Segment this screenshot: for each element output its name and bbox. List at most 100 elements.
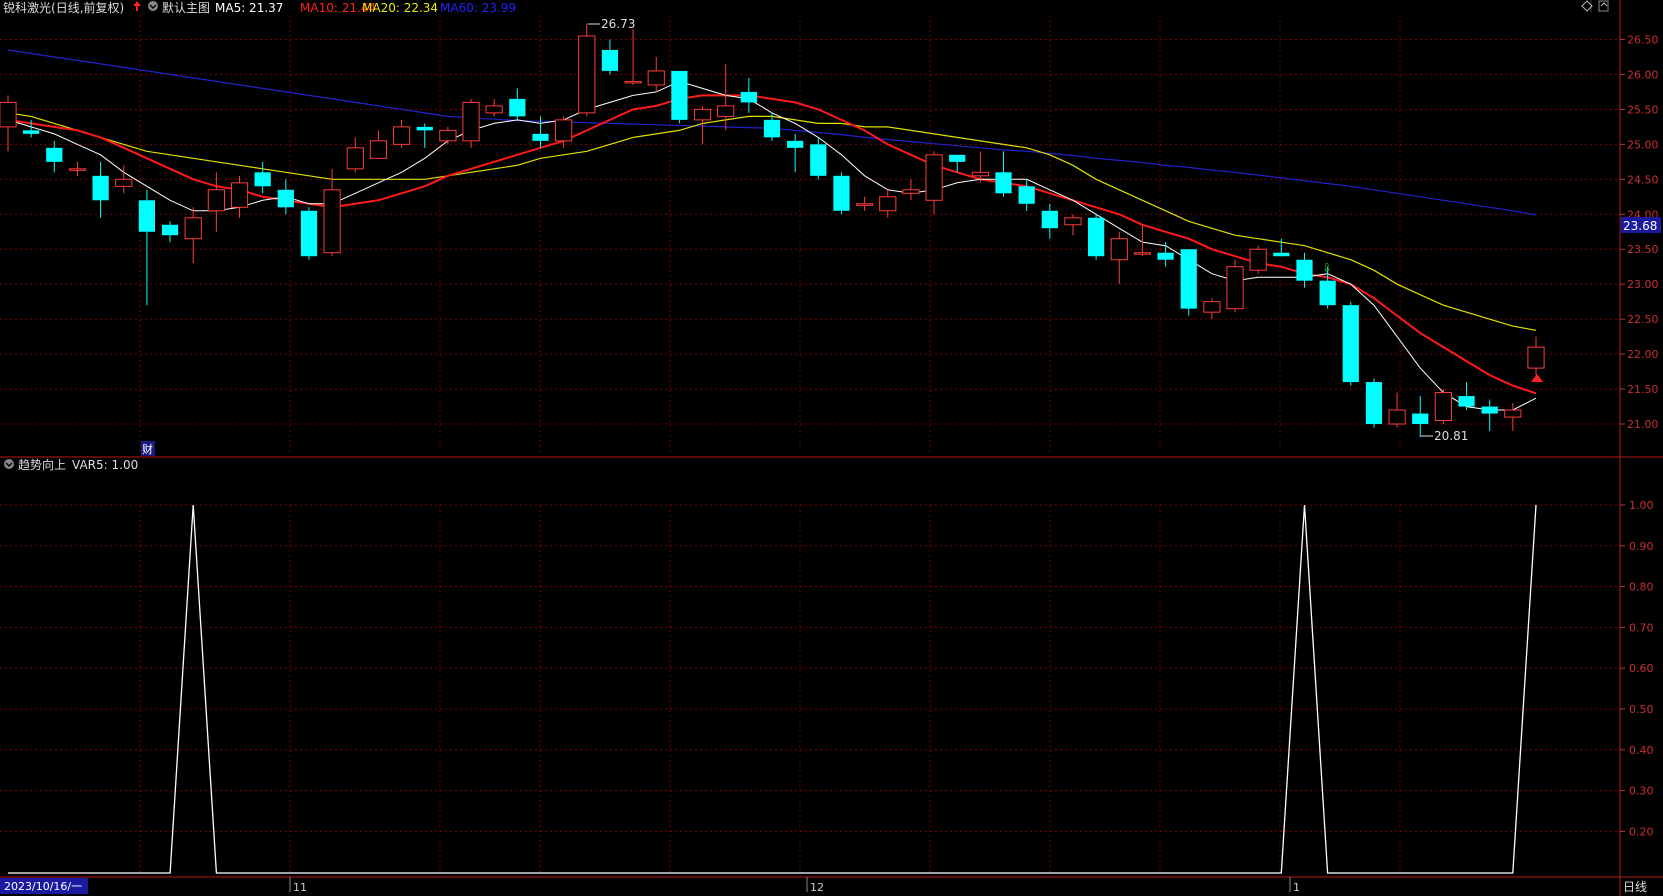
candle-body (1133, 252, 1152, 255)
candle-body (92, 175, 109, 201)
ma20-value: MA20: 22.34 (362, 1, 438, 15)
candle[interactable] (1365, 378, 1383, 428)
sub-tick-label: 0.90 (1629, 540, 1654, 553)
candle[interactable] (1249, 245, 1267, 274)
candle-body (1041, 210, 1058, 229)
candle-body (416, 126, 433, 131)
price-tick-label: 21.00 (1627, 418, 1659, 431)
finance-marker[interactable]: 财 (142, 442, 153, 456)
low-price-label: 20.81 (1434, 429, 1468, 443)
sub-tick-label: 0.30 (1629, 785, 1654, 798)
candle-body (601, 49, 619, 71)
candle[interactable] (833, 172, 850, 215)
candle-body (207, 189, 225, 212)
candle-body (1226, 266, 1244, 310)
period-button[interactable]: 日线 (1623, 880, 1647, 894)
month-tick-label: 11 (293, 881, 307, 894)
candle-body (1342, 305, 1359, 383)
ma-values: MA5: 21.37 MA10: 21.44 MA20: 22.34 MA60:… (215, 1, 516, 15)
candle-body (323, 189, 341, 254)
candle-body (184, 217, 202, 240)
candle-body (254, 172, 271, 187)
price-tick-label: 26.50 (1627, 33, 1659, 46)
candle-body (833, 175, 850, 211)
sub-tick-label: 0.60 (1629, 662, 1654, 675)
candle-body (46, 147, 63, 162)
candle-body (1527, 346, 1545, 369)
stock-period: (日线,前复权) (51, 0, 124, 15)
sub-tick-label: 1.00 (1629, 499, 1654, 512)
stock-title: 锐科激光(日线,前复权) (3, 0, 124, 15)
candle-body (392, 126, 411, 145)
sub-tick-label: 0.80 (1629, 581, 1654, 594)
candle-body (1018, 186, 1035, 204)
candle-body (763, 119, 781, 138)
candle[interactable] (300, 207, 318, 260)
start-date-label: 2023/10/16/一 (4, 880, 82, 893)
price-tick-label: 23.50 (1627, 243, 1659, 256)
var5-label: VAR5: 1.00 (72, 458, 138, 472)
candle-body (300, 210, 318, 257)
candle-body (671, 70, 688, 120)
candle-body (1296, 259, 1313, 281)
candle[interactable] (1434, 389, 1452, 425)
price-tick-label: 22.50 (1627, 313, 1659, 326)
sub-dropdown-icon[interactable] (4, 459, 14, 469)
price-tick-label: 22.00 (1627, 348, 1659, 361)
candle-body (462, 101, 480, 142)
candle-body (555, 119, 573, 142)
candle-body (23, 130, 40, 134)
candle-body (810, 144, 827, 176)
candle[interactable] (1226, 259, 1244, 313)
candle-body (856, 203, 874, 206)
candle-body (1157, 252, 1174, 260)
sub-panel-title: 趋势向上 VAR5: 1.00 (18, 457, 138, 472)
candle[interactable] (1180, 249, 1197, 316)
candle[interactable] (462, 98, 480, 148)
indicator-label[interactable]: 默认主图 (162, 0, 210, 15)
candle[interactable] (1088, 214, 1105, 260)
candle-body (230, 182, 249, 208)
price-tick-label: 24.50 (1627, 173, 1659, 186)
candle-body (509, 98, 526, 117)
ma5-value: MA5: 21.37 (215, 1, 283, 15)
ma60-value: MA60: 23.99 (440, 1, 516, 15)
candle-body (68, 168, 87, 171)
candle-body (1273, 252, 1290, 257)
candle-body (1434, 392, 1452, 422)
sub-tick-label: 0.70 (1629, 621, 1654, 634)
candle-body (485, 105, 503, 114)
candle-body (740, 91, 757, 103)
high-price-label: 26.73 (601, 17, 635, 31)
price-tick-label: 21.50 (1627, 383, 1659, 396)
price-tick-label: 23.00 (1627, 278, 1659, 291)
month-tick-label: 12 (810, 881, 824, 894)
price-tick-label: 25.50 (1627, 103, 1659, 116)
price-tick-label: 25.00 (1627, 138, 1659, 151)
candle[interactable] (578, 23, 596, 117)
candle-body (138, 200, 156, 232)
candle-body (1481, 406, 1498, 414)
candle-body (1110, 238, 1128, 261)
candle-body (1088, 217, 1105, 257)
candle-body (879, 196, 897, 212)
price-tick-label: 26.00 (1627, 68, 1659, 81)
month-tick-label: 1 (1293, 881, 1300, 894)
dropdown-icon[interactable] (148, 1, 158, 11)
candle[interactable] (1342, 301, 1359, 386)
sub-title: 趋势向上 (18, 457, 66, 472)
candle-body (346, 147, 364, 170)
candle-body (578, 35, 596, 114)
candle-body (439, 129, 457, 142)
candle-body (624, 80, 642, 84)
candle-body (369, 140, 388, 159)
candle-body (971, 171, 989, 177)
sub-tick-label: 0.20 (1629, 825, 1654, 838)
candle[interactable] (671, 70, 688, 124)
sell-signal-icon: ⇩ (1322, 261, 1332, 275)
stock-chart[interactable]: 26.5026.0025.5025.0024.5024.0023.5023.00… (0, 0, 1663, 896)
candle-body (925, 154, 943, 201)
candle-body (277, 189, 294, 208)
sub-tick-label: 0.50 (1629, 703, 1654, 716)
current-price-label: 23.68 (1623, 219, 1657, 233)
